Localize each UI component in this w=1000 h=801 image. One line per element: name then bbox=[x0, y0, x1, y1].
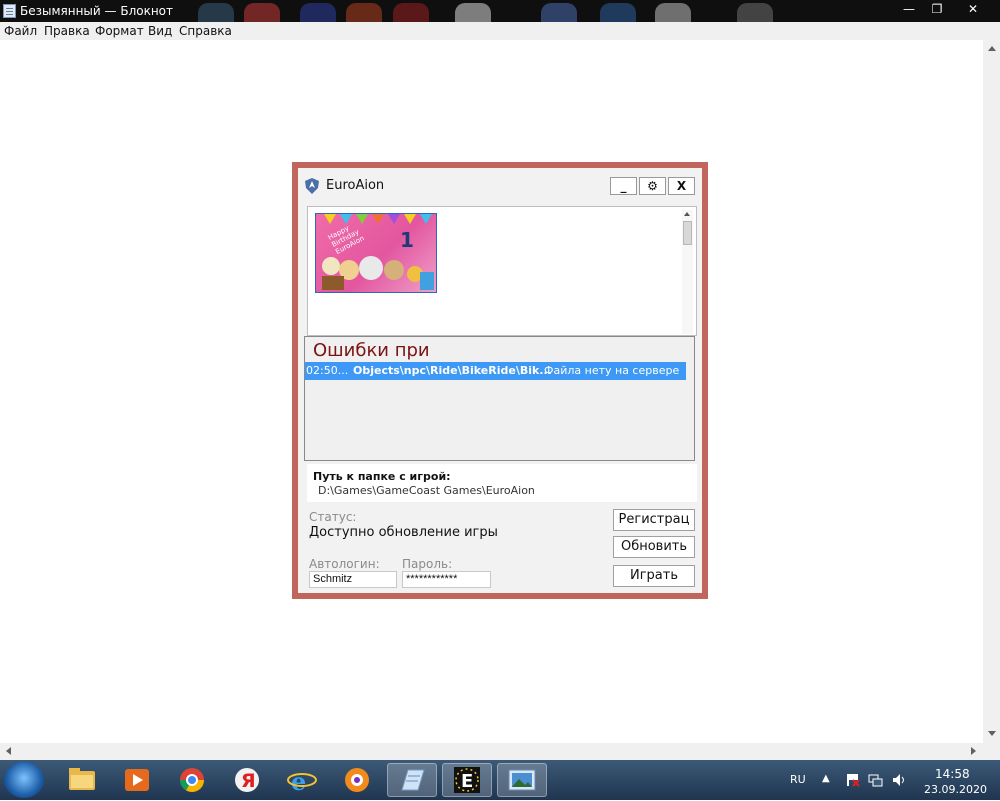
password-label: Пароль: bbox=[402, 557, 453, 571]
internet-explorer-icon: e bbox=[287, 767, 317, 796]
avast-icon bbox=[345, 768, 369, 792]
language-indicator[interactable]: RU bbox=[790, 773, 806, 786]
news-scrollbar[interactable] bbox=[682, 210, 693, 334]
euroaion-icon: E bbox=[454, 767, 480, 793]
launcher-minimize-button[interactable]: _ bbox=[610, 177, 637, 195]
status-value: Доступно обновление игры bbox=[309, 525, 498, 540]
scroll-up-arrow-icon[interactable] bbox=[988, 46, 996, 51]
menu-bar: Файл Правка Формат Вид Справка bbox=[0, 22, 1000, 40]
image-viewer-icon bbox=[508, 769, 536, 791]
news-panel[interactable]: Happy Birthday EuroAion 1 bbox=[307, 206, 697, 336]
menu-help[interactable]: Справка bbox=[179, 24, 232, 38]
news-scroll-up-icon[interactable] bbox=[684, 212, 690, 216]
internet-explorer-taskbar-button[interactable]: e bbox=[277, 763, 327, 797]
maximize-button[interactable]: ❐ bbox=[924, 0, 950, 19]
menu-file[interactable]: Файл bbox=[4, 24, 37, 38]
errors-panel: Ошибки при 02:50... Objects\npc\Ride\Bik… bbox=[304, 336, 695, 461]
error-row[interactable]: 02:50... Objects\npc\Ride\BikeRide\Bik..… bbox=[305, 362, 686, 380]
start-button[interactable] bbox=[4, 762, 44, 798]
launcher-settings-button[interactable]: ⚙ bbox=[639, 177, 666, 195]
show-hidden-icons-icon[interactable]: ▲ bbox=[822, 773, 830, 784]
network-icon[interactable] bbox=[868, 772, 884, 791]
background-tab-icon bbox=[655, 3, 691, 22]
horizontal-scrollbar[interactable] bbox=[0, 743, 983, 760]
vertical-scrollbar[interactable] bbox=[983, 40, 1000, 743]
password-input[interactable]: ************ bbox=[402, 571, 491, 588]
background-tab-icon bbox=[541, 3, 577, 22]
svg-text:E: E bbox=[461, 771, 473, 792]
background-tab-icon bbox=[300, 3, 336, 22]
yandex-browser-icon: Я bbox=[235, 768, 259, 792]
scroll-down-arrow-icon[interactable] bbox=[988, 731, 996, 736]
notepad-taskbar-button[interactable] bbox=[387, 763, 437, 797]
background-tab-icon bbox=[244, 3, 280, 22]
background-tab-icon bbox=[198, 3, 234, 22]
folder-icon bbox=[69, 768, 95, 790]
autologin-input[interactable]: Schmitz bbox=[309, 571, 397, 588]
news-scroll-thumb[interactable] bbox=[683, 221, 692, 245]
window-title: Безымянный — Блокнот bbox=[20, 4, 174, 18]
scroll-right-arrow-icon[interactable] bbox=[971, 747, 976, 755]
volume-icon[interactable] bbox=[892, 772, 908, 791]
news-banner-image[interactable]: Happy Birthday EuroAion 1 bbox=[315, 213, 437, 293]
launcher-logo-icon bbox=[305, 178, 319, 198]
media-player-icon bbox=[125, 769, 149, 791]
euroaion-taskbar-button[interactable]: E bbox=[442, 763, 492, 797]
menu-format[interactable]: Формат bbox=[95, 24, 144, 38]
chrome-taskbar-button[interactable] bbox=[167, 763, 217, 797]
background-tab-icon bbox=[346, 3, 382, 22]
background-tab-icon bbox=[737, 3, 773, 22]
background-tab-icon bbox=[455, 3, 491, 22]
update-button[interactable]: Обновить bbox=[613, 536, 695, 558]
background-tab-icon bbox=[600, 3, 636, 22]
explorer-taskbar-button[interactable] bbox=[57, 763, 107, 797]
clock-date[interactable]: 23.09.2020 bbox=[924, 783, 987, 796]
svg-text:Я: Я bbox=[241, 770, 256, 792]
launcher-body: EuroAion _ ⚙ X Happy Birthday EuroAion 1… bbox=[298, 168, 702, 593]
register-button[interactable]: Регистрац bbox=[613, 509, 695, 531]
action-center-flag-icon[interactable] bbox=[846, 772, 860, 791]
errors-title: Ошибки при bbox=[313, 340, 430, 361]
status-label: Статус: bbox=[309, 510, 357, 524]
notepad-task-icon bbox=[401, 769, 425, 791]
media-player-taskbar-button[interactable] bbox=[112, 763, 162, 797]
banner-number: 1 bbox=[400, 228, 414, 252]
error-message: Файла нету на сервере bbox=[544, 364, 680, 377]
launcher-window: EuroAion _ ⚙ X Happy Birthday EuroAion 1… bbox=[292, 162, 708, 599]
chrome-icon bbox=[180, 768, 204, 793]
play-button[interactable]: Играть bbox=[613, 565, 695, 587]
autologin-label: Автологин: bbox=[309, 557, 380, 571]
background-tab-icon bbox=[393, 3, 429, 22]
minimize-button[interactable]: — bbox=[896, 0, 922, 19]
notepad-icon bbox=[3, 4, 16, 18]
scroll-left-arrow-icon[interactable] bbox=[6, 747, 11, 755]
error-time: 02:50... bbox=[306, 364, 349, 377]
clock-time[interactable]: 14:58 bbox=[935, 767, 970, 781]
menu-edit[interactable]: Правка bbox=[44, 24, 90, 38]
launcher-close-button[interactable]: X bbox=[668, 177, 695, 195]
scrollbar-corner bbox=[983, 743, 1000, 760]
notepad-titlebar: Безымянный — Блокнот — ❐ ✕ bbox=[0, 0, 1000, 22]
launcher-title: EuroAion bbox=[326, 178, 385, 193]
svg-text:e: e bbox=[291, 767, 306, 796]
image-viewer-taskbar-button[interactable] bbox=[497, 763, 547, 797]
game-path-label: Путь к папке с игрой: bbox=[313, 470, 451, 483]
game-path-value: D:\Games\GameCoast Games\EuroAion bbox=[318, 484, 535, 497]
birthday-illustration bbox=[322, 214, 434, 290]
yandex-taskbar-button[interactable]: Я bbox=[222, 763, 272, 797]
error-file: Objects\npc\Ride\BikeRide\Bik... bbox=[353, 364, 552, 377]
avast-taskbar-button[interactable] bbox=[332, 763, 382, 797]
menu-view[interactable]: Вид bbox=[148, 24, 172, 38]
close-button[interactable]: ✕ bbox=[952, 0, 994, 19]
